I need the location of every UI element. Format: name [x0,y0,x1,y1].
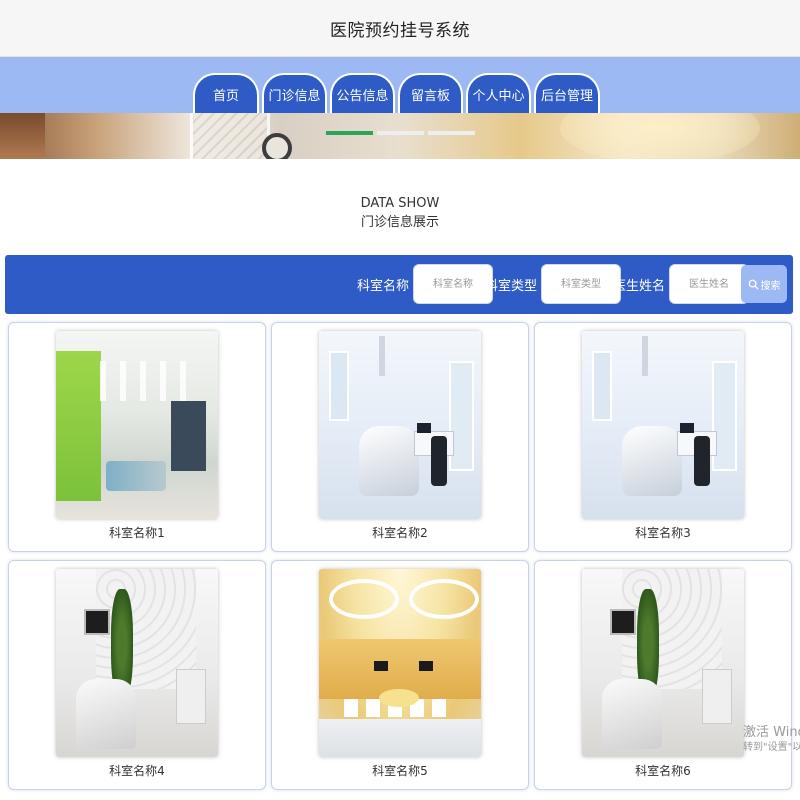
section-title-en: DATA SHOW [360,196,440,211]
doctor-name-input[interactable] [669,264,750,304]
watermark-line-1: 激活 Wind [743,725,800,740]
dept-card-name: 科室名称1 [109,526,165,540]
doctor-name-label: 医生姓名 [613,278,666,294]
activation-watermark: 激活 Wind 转到"设置"以激 [743,725,800,755]
dental-office-photo[interactable] [56,569,218,757]
carousel-indicators [326,131,475,135]
banner-photo-part [262,133,292,159]
search-group-dept-name: 科室名称 [357,264,494,304]
hospital-hallway-photo[interactable] [56,331,218,519]
nav-bar: 首页 门诊信息 公告信息 留言板 个人中心 后台管理 [0,57,800,113]
dept-name-label: 科室名称 [357,278,410,294]
banner-carousel[interactable] [0,113,800,159]
dept-card-6[interactable]: 科室名称6 [534,560,792,790]
nav-clinic-info[interactable]: 门诊信息 [262,73,327,113]
search-group-doctor-name: 医生姓名 [613,264,750,304]
dept-card-4[interactable]: 科室名称4 [8,560,266,790]
nav-home[interactable]: 首页 [193,73,259,113]
site-title: 医院预约挂号系统 [330,20,470,41]
dental-office-photo[interactable] [582,569,744,757]
dept-name-input[interactable] [413,264,494,304]
search-icon [748,279,759,290]
dept-card-name: 科室名称2 [372,526,428,540]
carousel-dot-1[interactable] [326,131,373,135]
nav-personal-center[interactable]: 个人中心 [466,73,531,113]
carousel-dot-3[interactable] [428,131,475,135]
nav-tabs: 首页 门诊信息 公告信息 留言板 个人中心 后台管理 [193,73,600,113]
nav-admin[interactable]: 后台管理 [534,73,600,113]
dept-type-label: 科室类型 [485,278,538,294]
dept-type-input[interactable] [541,264,622,304]
search-bar: 科室名称 科室类型 医生姓名 搜索 [5,255,793,314]
waiting-lobby-photo[interactable] [319,569,481,757]
dept-card-3[interactable]: 科室名称3 [534,322,792,552]
nav-announcements[interactable]: 公告信息 [330,73,395,113]
dept-card-name: 科室名称4 [109,764,165,778]
banner-photo-part [560,113,760,159]
dental-clinic-photo[interactable] [582,331,744,519]
search-button[interactable]: 搜索 [741,265,787,303]
search-group-dept-type: 科室类型 [485,264,622,304]
section-title-cn: 门诊信息展示 [360,215,439,230]
section-heading: DATA SHOW 门诊信息展示 [0,195,800,233]
header: 医院预约挂号系统 [0,0,800,57]
dept-card-5[interactable]: 科室名称5 [271,560,529,790]
search-button-label: 搜索 [760,280,781,292]
dept-card-name: 科室名称3 [635,526,691,540]
dental-clinic-photo[interactable] [319,331,481,519]
watermark-line-2: 转到"设置"以激 [743,742,800,753]
dept-card-name: 科室名称5 [372,764,428,778]
banner-photo-part [0,113,45,159]
nav-message-board[interactable]: 留言板 [398,73,463,113]
dept-card-2[interactable]: 科室名称2 [271,322,529,552]
banner-photo-part [190,113,270,159]
carousel-dot-2[interactable] [377,131,424,135]
dept-card-name: 科室名称6 [635,764,691,778]
dept-card-1[interactable]: 科室名称1 [8,322,266,552]
